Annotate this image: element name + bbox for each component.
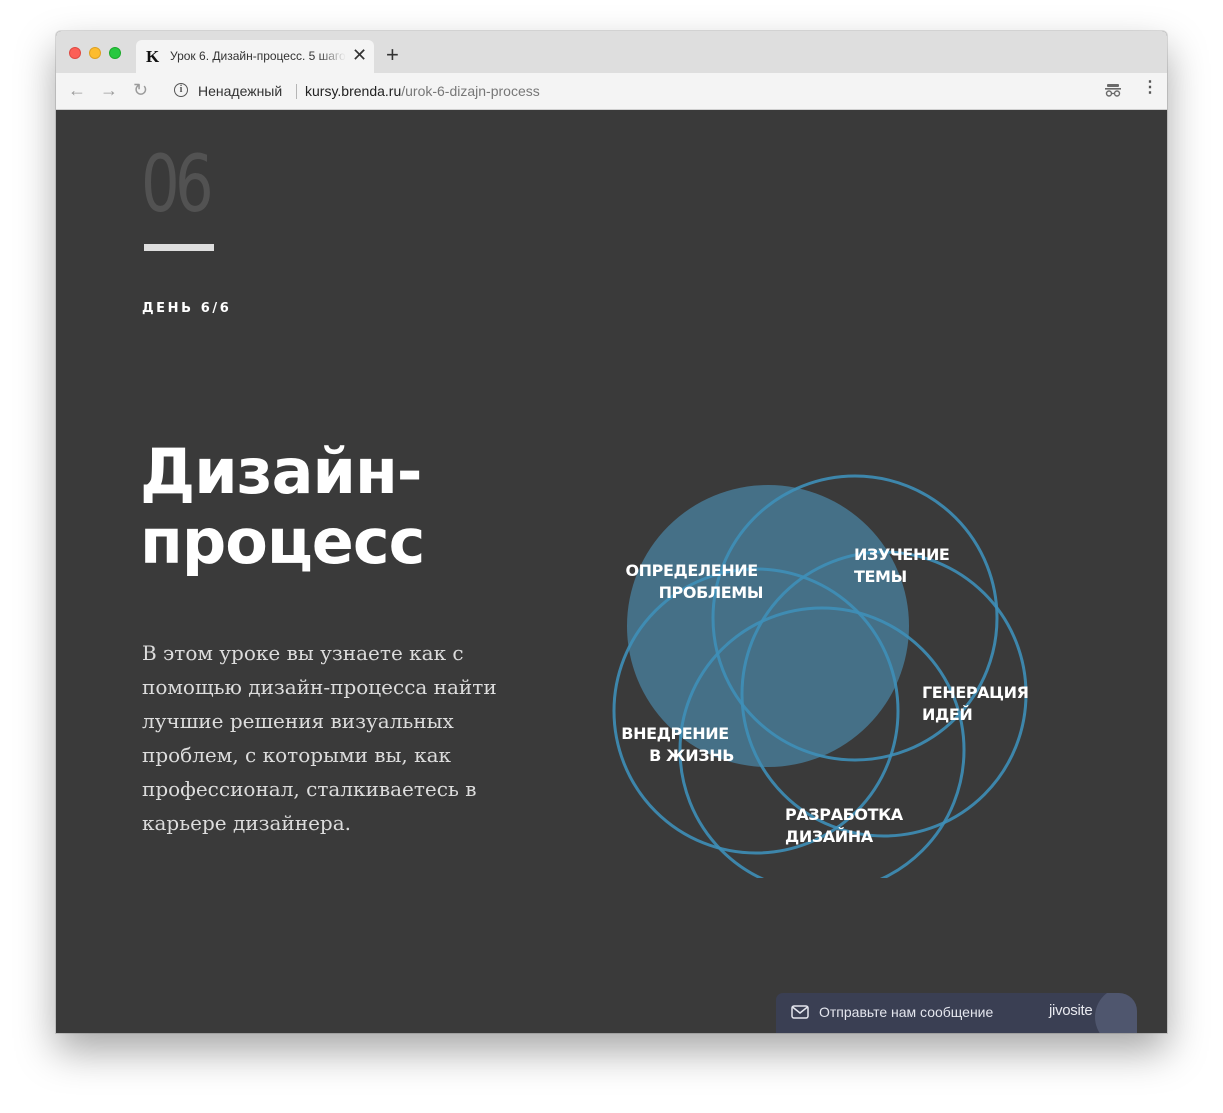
favicon-icon: K	[146, 47, 160, 66]
url-host: kursy.brenda.ru	[305, 83, 402, 99]
extension-icon[interactable]	[1104, 83, 1122, 97]
stage-develop-line-1: РАЗРАБОТКА	[785, 805, 904, 824]
chat-widget[interactable]: Отправьте нам сообщение jivosite	[776, 993, 1137, 1033]
stage-research-line-1: ИЗУЧЕНИЕ	[854, 545, 949, 564]
jivosite-logo: jivosite	[1049, 1002, 1093, 1019]
stage-ideas-line-1: ГЕНЕРАЦИЯ	[922, 683, 1029, 702]
window-maximize-button[interactable]	[109, 47, 121, 59]
browser-toolbar: ← → ↻ i Ненадежный kursy.brenda.ru/urok-…	[56, 73, 1167, 110]
browser-window: K Урок 6. Дизайн-процесс. 5 шагов ✕ + ← …	[56, 31, 1167, 1033]
stage-research-line-2: ТЕМЫ	[854, 567, 907, 586]
day-label: ДЕНЬ 6/6	[142, 301, 232, 316]
menu-icon[interactable]: ⋮	[1142, 80, 1158, 96]
forward-button[interactable]: →	[100, 80, 118, 100]
lesson-rule	[144, 244, 214, 251]
chat-message-label[interactable]: Отправьте нам сообщение	[819, 1004, 993, 1020]
stage-ideas-line-2: ИДЕЙ	[922, 705, 972, 724]
mail-icon	[791, 1005, 809, 1019]
browser-tab[interactable]: K Урок 6. Дизайн-процесс. 5 шагов ✕	[136, 40, 374, 73]
stage-define-line-1: ОПРЕДЕЛЕНИЕ	[625, 561, 757, 580]
reload-button[interactable]: ↻	[133, 80, 148, 100]
page-content: 06 ДЕНЬ 6/6 Дизайн- процесс В этом уроке…	[56, 110, 1167, 1033]
lead-text: В этом уроке вы узнаете как с помощью ди…	[142, 641, 497, 835]
url-path: /urok-6-dizajn-process	[401, 83, 540, 99]
url-text[interactable]: kursy.brenda.ru/urok-6-dizajn-process	[305, 83, 540, 99]
stage-label-develop: РАЗРАБОТКА ДИЗАЙНА	[785, 805, 908, 846]
page-title: Дизайн- процесс	[140, 435, 425, 578]
window-minimize-button[interactable]	[89, 47, 101, 59]
security-label[interactable]: Ненадежный	[198, 83, 282, 99]
lesson-number: 06	[141, 140, 214, 230]
page-title-line-1: Дизайн-	[140, 435, 423, 508]
tab-title: Урок 6. Дизайн-процесс. 5 шагов	[170, 49, 346, 63]
stage-implement-line-2: В ЖИЗНЬ	[649, 746, 734, 765]
stage-label-ideas: ГЕНЕРАЦИЯ ИДЕЙ	[922, 683, 1034, 724]
stage-implement-line-1: ВНЕДРЕНИЕ	[621, 724, 729, 743]
new-tab-button[interactable]: +	[386, 44, 399, 66]
stage-develop-line-2: ДИЗАЙНА	[785, 827, 874, 846]
window-close-button[interactable]	[69, 47, 81, 59]
address-bar[interactable]: i Ненадежный kursy.brenda.ru/urok-6-diza…	[164, 78, 1092, 104]
stage-define-line-2: ПРОБЛЕМЫ	[659, 583, 763, 602]
info-icon[interactable]: i	[174, 83, 188, 97]
design-process-diagram: ОПРЕДЕЛЕНИЕ ПРОБЛЕМЫ ИЗУЧЕНИЕ ТЕМЫ ГЕНЕР…	[612, 474, 1034, 878]
url-divider	[296, 84, 297, 99]
back-button[interactable]: ←	[68, 80, 86, 100]
tab-strip: K Урок 6. Дизайн-процесс. 5 шагов ✕ +	[56, 31, 1167, 73]
page-title-line-2: процесс	[140, 505, 425, 578]
tab-close-icon[interactable]: ✕	[352, 46, 367, 64]
